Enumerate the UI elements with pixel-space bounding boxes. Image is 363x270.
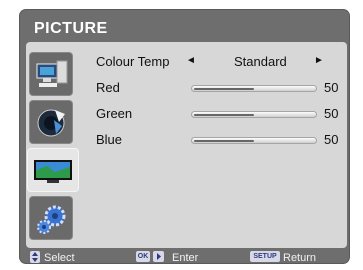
red-slider[interactable] xyxy=(191,85,317,92)
red-slider-fill xyxy=(194,88,254,90)
settings-list: Colour Temp ◄ Standard ► Red 50 Green 50… xyxy=(96,50,347,154)
tab-sound[interactable] xyxy=(29,100,73,144)
colour-temp-value: Standard xyxy=(234,54,287,69)
picture-menu: PICTURE Colour Temp ◄ Standard ► Red 50 … xyxy=(20,10,349,264)
category-tabs xyxy=(26,42,79,248)
speaker-icon xyxy=(37,109,65,137)
left-arrow-icon[interactable]: ◄ xyxy=(186,55,196,66)
green-slider[interactable] xyxy=(191,111,317,118)
green-row[interactable]: Green 50 xyxy=(96,102,347,128)
red-label: Red xyxy=(96,80,120,95)
tab-computer[interactable] xyxy=(29,52,73,96)
right-key-icon xyxy=(153,251,164,262)
green-label: Green xyxy=(96,106,133,121)
blue-slider-fill xyxy=(194,140,254,142)
tab-picture[interactable] xyxy=(27,148,79,192)
gears-icon xyxy=(37,205,66,234)
setup-key-icon: SETUP xyxy=(250,251,280,262)
blue-slider[interactable] xyxy=(191,137,317,144)
tv-screen-icon xyxy=(34,160,72,183)
red-value: 50 xyxy=(324,80,339,95)
blue-label: Blue xyxy=(96,132,123,147)
right-arrow-icon[interactable]: ► xyxy=(314,55,324,66)
blue-value: 50 xyxy=(324,132,339,147)
colour-temp-row[interactable]: Colour Temp ◄ Standard ► xyxy=(96,50,347,76)
menu-panel: Colour Temp ◄ Standard ► Red 50 Green 50… xyxy=(26,42,347,248)
green-value: 50 xyxy=(324,106,339,121)
green-slider-fill xyxy=(194,114,254,116)
colour-temp-label: Colour Temp xyxy=(96,54,170,69)
tab-setup[interactable] xyxy=(29,196,73,240)
return-hint: Return xyxy=(283,252,317,264)
up-down-arrows-icon xyxy=(30,251,40,263)
enter-hint: Enter xyxy=(172,252,199,264)
menu-title: PICTURE xyxy=(34,20,108,37)
blue-row[interactable]: Blue 50 xyxy=(96,128,347,154)
select-hint: Select xyxy=(44,252,75,264)
computer-icon xyxy=(36,60,68,87)
help-bar: Select OK Enter SETUP Return xyxy=(28,250,344,264)
ok-key-icon: OK xyxy=(136,251,150,262)
red-row[interactable]: Red 50 xyxy=(96,76,347,102)
